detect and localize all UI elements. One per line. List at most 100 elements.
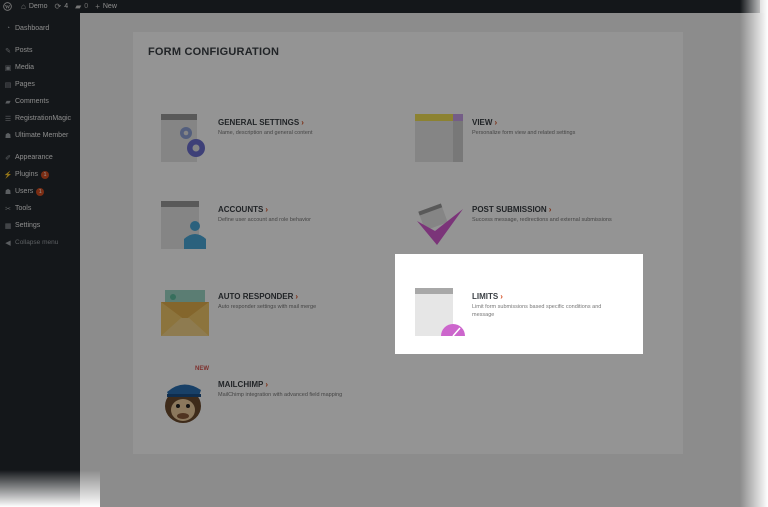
chevron-right-icon: › [548, 205, 552, 214]
dashboard-icon: ◔ [5, 25, 11, 32]
comment-icon: ▰ [75, 2, 82, 11]
card-title[interactable]: POST SUBMISSION › [472, 205, 551, 214]
updates-link[interactable]: ⟳ 4 [55, 2, 69, 11]
plus-icon: + [95, 2, 100, 11]
card-auto-responder[interactable]: AUTO RESPONDER › Auto responder settings … [143, 274, 393, 354]
wrench-icon: ✂ [5, 205, 11, 213]
card-title[interactable]: VIEW › [472, 118, 497, 127]
new-content-link[interactable]: + New [95, 2, 117, 11]
collapse-menu-button[interactable]: ◀ Collapse menu [0, 235, 80, 250]
new-badge: NEW [195, 366, 209, 372]
sidebar-item-label: Dashboard [15, 25, 50, 32]
sidebar-item-comments[interactable]: ▰ Comments [0, 94, 80, 109]
updates-icon: ⟳ [54, 2, 62, 11]
auto-responder-icon [161, 288, 211, 338]
sidebar-item-posts[interactable]: ✎ Posts [0, 43, 80, 58]
card-title-text: AUTO RESPONDER [218, 292, 294, 301]
home-icon: ⌂ [21, 2, 26, 11]
sidebar-item-users[interactable]: ☗ Users 1 [0, 184, 80, 199]
chevron-right-icon: › [301, 118, 304, 127]
sidebar-item-label: Users [15, 188, 34, 195]
accounts-icon [161, 201, 211, 251]
card-title[interactable]: LIMITS › [472, 292, 503, 301]
card-view[interactable]: VIEW › Personalize form view and related … [397, 100, 647, 180]
chevron-right-icon: › [494, 118, 498, 127]
site-name: Demo [28, 3, 48, 10]
comments-link[interactable]: ▰ 0 [75, 2, 88, 11]
admin-bar: W ⌂ Demo ⟳ 4 ▰ 0 + New [0, 0, 760, 13]
card-title[interactable]: GENERAL SETTINGS › [218, 118, 304, 127]
user-icon: ☗ [4, 132, 12, 140]
screen: W ⌂ Demo ⟳ 4 ▰ 0 + New ◔ Dashboard ✎ Pos… [0, 0, 768, 507]
sidebar-item-plugins[interactable]: ⚡ Plugins 1 [0, 167, 80, 182]
chevron-right-icon: › [295, 292, 299, 301]
card-title[interactable]: ACCOUNTS › [218, 205, 268, 214]
sidebar-item-label: Plugins [15, 171, 38, 178]
card-description: MailChimp integration with advanced fiel… [218, 392, 343, 398]
card-title-text: LIMITS [472, 292, 499, 301]
collapse-icon: ◀ [5, 239, 11, 247]
site-name-link[interactable]: ⌂ Demo [21, 2, 48, 11]
comment-icon: ▰ [5, 98, 11, 106]
settings-icon: ▦ [4, 222, 12, 230]
view-icon [415, 114, 465, 164]
comments-count: 0 [84, 3, 89, 10]
chevron-right-icon: › [265, 205, 269, 214]
sidebar-item-tools[interactable]: ✂ Tools [0, 201, 80, 216]
sidebar-item-settings[interactable]: ▦ Settings [0, 218, 80, 233]
pin-icon: ✎ [5, 47, 11, 55]
users-badge: 1 [36, 187, 45, 196]
form-icon: ☰ [4, 115, 12, 123]
card-description: Define user account and role behavior [218, 217, 311, 223]
card-title-text: MAILCHIMP [218, 380, 264, 389]
sidebar-item-label: RegistrationMagic [15, 115, 72, 122]
card-description: Personalize form view and related settin… [472, 130, 576, 136]
general-settings-icon [161, 114, 211, 164]
sidebar-item-label: Media [15, 64, 35, 71]
chevron-right-icon: › [265, 380, 268, 389]
page-title: FORM CONFIGURATION [148, 46, 280, 58]
brush-icon: ✐ [5, 154, 11, 162]
sidebar-item-label: Ultimate Member [15, 132, 69, 139]
card-title-text: ACCOUNTS [218, 205, 264, 214]
card-title-text: VIEW [472, 118, 493, 127]
mailchimp-icon [161, 376, 211, 426]
plugins-update-badge: 1 [40, 170, 49, 179]
sidebar-item-ultimate-member[interactable]: ☗ Ultimate Member [0, 128, 80, 143]
card-post-submission[interactable]: POST SUBMISSION › Success message, redire… [397, 187, 647, 267]
chevron-right-icon: › [500, 292, 503, 301]
card-accounts[interactable]: ACCOUNTS › Define user account and role b… [143, 187, 393, 267]
card-description: Limit form submissions based specific co… [472, 304, 602, 318]
card-mailchimp[interactable]: NEW MAILCHIMP › MailChimp integration wit… [143, 362, 393, 442]
sidebar-item-registrationmagic[interactable]: ☰ RegistrationMagic [0, 111, 80, 126]
admin-sidebar: ◔ Dashboard ✎ Posts ▣ Media ▤ Pages ▰ Co… [0, 13, 80, 507]
sidebar-item-label: Comments [15, 98, 49, 105]
users-icon: ☗ [4, 188, 12, 196]
sidebar-item-label: Appearance [15, 154, 53, 161]
plug-icon: ⚡ [3, 171, 13, 179]
post-submission-icon [415, 201, 465, 251]
card-title-text: POST SUBMISSION [472, 205, 547, 214]
sidebar-item-label: Pages [15, 81, 35, 88]
sidebar-item-dashboard[interactable]: ◔ Dashboard [0, 21, 80, 36]
sidebar-item-media[interactable]: ▣ Media [0, 60, 80, 75]
limits-icon [415, 288, 465, 338]
sidebar-item-label: Posts [15, 47, 33, 54]
card-title[interactable]: AUTO RESPONDER › [218, 292, 298, 301]
form-configuration-panel: FORM CONFIGURATION GENERAL SETTINGS › Nam… [133, 32, 683, 454]
svg-text:W: W [5, 4, 11, 10]
main-content: FORM CONFIGURATION GENERAL SETTINGS › Nam… [80, 13, 768, 507]
new-label: New [102, 3, 117, 10]
card-limits[interactable]: LIMITS › Limit form submissions based spe… [397, 274, 647, 354]
card-description: Success message, redirections and extern… [472, 217, 612, 223]
card-description: Auto responder settings with mail merge [218, 304, 317, 310]
sidebar-item-pages[interactable]: ▤ Pages [0, 77, 80, 92]
wordpress-logo-icon[interactable]: W [3, 2, 12, 11]
sidebar-item-label: Tools [15, 205, 32, 212]
card-general-settings[interactable]: GENERAL SETTINGS › Name, description and … [143, 100, 393, 180]
sidebar-item-label: Collapse menu [15, 239, 59, 246]
pages-icon: ▤ [4, 81, 12, 89]
card-title[interactable]: MAILCHIMP › [218, 380, 268, 389]
sidebar-item-appearance[interactable]: ✐ Appearance [0, 150, 80, 165]
updates-count: 4 [64, 3, 69, 10]
